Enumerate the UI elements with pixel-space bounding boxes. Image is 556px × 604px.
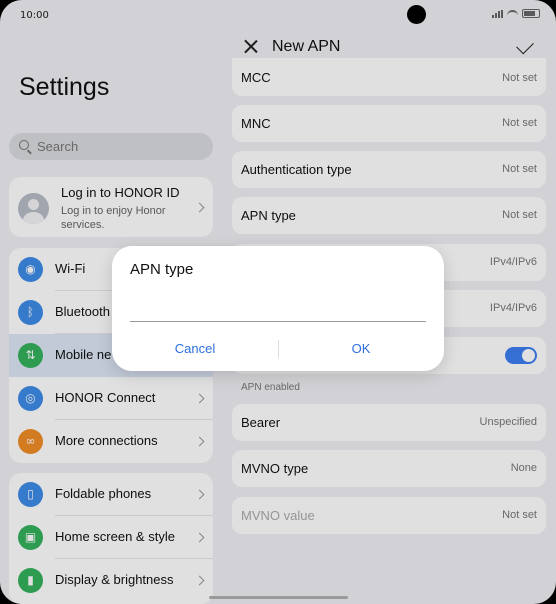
device-screen: 10:00 Settings Search Log in to HONOR ID… [0,0,556,604]
dialog-title: APN type [130,261,194,278]
ok-button[interactable]: OK [278,336,444,362]
apn-type-dialog: APN type Cancel OK [112,246,444,371]
home-indicator[interactable] [209,596,348,599]
cancel-button[interactable]: Cancel [112,336,278,362]
apn-type-input[interactable] [130,291,426,322]
